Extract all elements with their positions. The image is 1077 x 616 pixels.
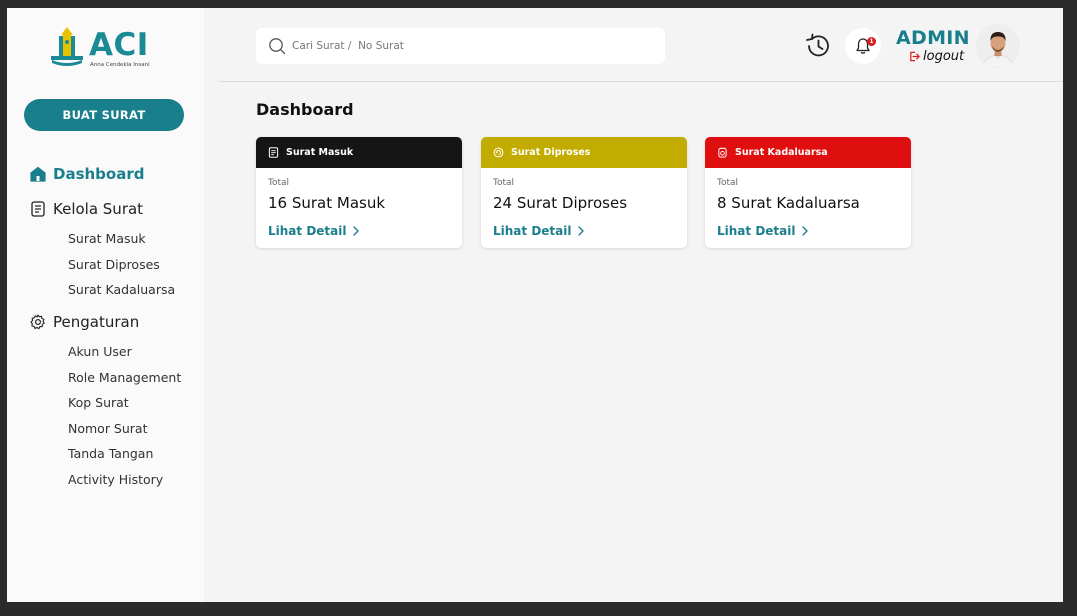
document-icon <box>31 201 45 217</box>
logout-label: logout <box>923 49 965 64</box>
page-title: Dashboard <box>256 100 354 119</box>
history-button[interactable] <box>804 32 832 60</box>
sidebar-item-dashboard[interactable]: Dashboard <box>30 165 144 183</box>
chevron-right-icon <box>578 226 585 236</box>
sidebar-item-tanda-tangan[interactable]: Tanda Tangan <box>68 446 153 461</box>
sidebar-item-surat-kadaluarsa[interactable]: Surat Kadaluarsa <box>68 282 175 297</box>
user-avatar-icon <box>976 24 1020 68</box>
view-detail-link[interactable]: Lihat Detail <box>717 224 809 238</box>
card-surat-kadaluarsa: Surat Kadaluarsa Total 8 Surat Kadaluars… <box>705 137 911 248</box>
view-detail-link[interactable]: Lihat Detail <box>268 224 360 238</box>
home-icon <box>30 166 46 182</box>
history-icon <box>806 33 829 57</box>
chevron-right-icon <box>353 226 360 236</box>
link-label: Lihat Detail <box>717 224 796 238</box>
chevron-right-icon <box>802 226 809 236</box>
sidebar-item-kop-surat[interactable]: Kop Surat <box>68 395 129 410</box>
main-content: 1 ADMIN logout Dashboard <box>204 8 1063 602</box>
brand-tagline: Anna Cendekia Insani <box>90 62 150 68</box>
link-label: Lihat Detail <box>268 224 347 238</box>
sidebar-item-nomor-surat[interactable]: Nomor Surat <box>68 421 148 436</box>
card-title: Surat Kadaluarsa <box>735 147 828 158</box>
search-icon <box>269 38 286 55</box>
sidebar-item-label: Dashboard <box>53 165 145 183</box>
user-name: ADMIN <box>896 27 970 49</box>
sidebar: ACI Anna Cendekia Insani BUAT SURAT Dash… <box>7 8 204 602</box>
sidebar-item-activity-history[interactable]: Activity History <box>68 472 163 487</box>
card-header: Surat Kadaluarsa <box>705 137 911 168</box>
sidebar-item-label: Pengaturan <box>53 313 140 331</box>
sidebar-item-role-management[interactable]: Role Management <box>68 370 181 385</box>
notification-badge: 1 <box>867 37 876 46</box>
card-total-label: Total <box>493 178 515 188</box>
card-title: Surat Diproses <box>511 147 591 158</box>
sidebar-item-akun-user[interactable]: Akun User <box>68 344 132 359</box>
logo-mark-icon <box>51 27 83 66</box>
card-value: 8 Surat Kadaluarsa <box>717 194 860 212</box>
card-header: Surat Diproses <box>481 137 687 168</box>
app-window: ACI Anna Cendekia Insani BUAT SURAT Dash… <box>7 8 1063 602</box>
gear-icon <box>30 314 45 330</box>
search-bar[interactable] <box>256 28 665 64</box>
avatar[interactable] <box>976 24 1020 68</box>
card-value: 24 Surat Diproses <box>493 194 628 212</box>
link-label: Lihat Detail <box>493 224 572 238</box>
process-icon <box>493 147 504 158</box>
card-header: Surat Masuk <box>256 137 462 168</box>
view-detail-link[interactable]: Lihat Detail <box>493 224 585 238</box>
create-letter-button[interactable]: BUAT SURAT <box>24 99 184 131</box>
card-value: 16 Surat Masuk <box>268 194 386 212</box>
logout-link[interactable]: logout <box>909 49 964 64</box>
sidebar-item-surat-masuk[interactable]: Surat Masuk <box>68 231 146 246</box>
header-divider <box>219 81 1063 82</box>
logout-icon <box>910 51 920 62</box>
brand-name: ACI <box>89 27 149 63</box>
card-surat-masuk: Surat Masuk Total 16 Surat Masuk Lihat D… <box>256 137 462 248</box>
card-surat-diproses: Surat Diproses Total 24 Surat Diproses L… <box>481 137 687 248</box>
sidebar-item-kelola-surat[interactable]: Kelola Surat <box>30 200 143 218</box>
notification-button[interactable]: 1 <box>845 28 881 64</box>
sidebar-item-pengaturan[interactable]: Pengaturan <box>30 313 139 331</box>
inbox-icon <box>268 147 279 158</box>
search-input[interactable] <box>292 40 652 52</box>
card-total-label: Total <box>268 178 290 188</box>
card-total-label: Total <box>717 178 739 188</box>
expired-icon <box>718 147 727 158</box>
card-title: Surat Masuk <box>286 147 354 158</box>
sidebar-item-surat-diproses[interactable]: Surat Diproses <box>68 257 160 272</box>
brand-logo[interactable]: ACI Anna Cendekia Insani <box>49 26 169 74</box>
sidebar-item-label: Kelola Surat <box>53 200 144 218</box>
